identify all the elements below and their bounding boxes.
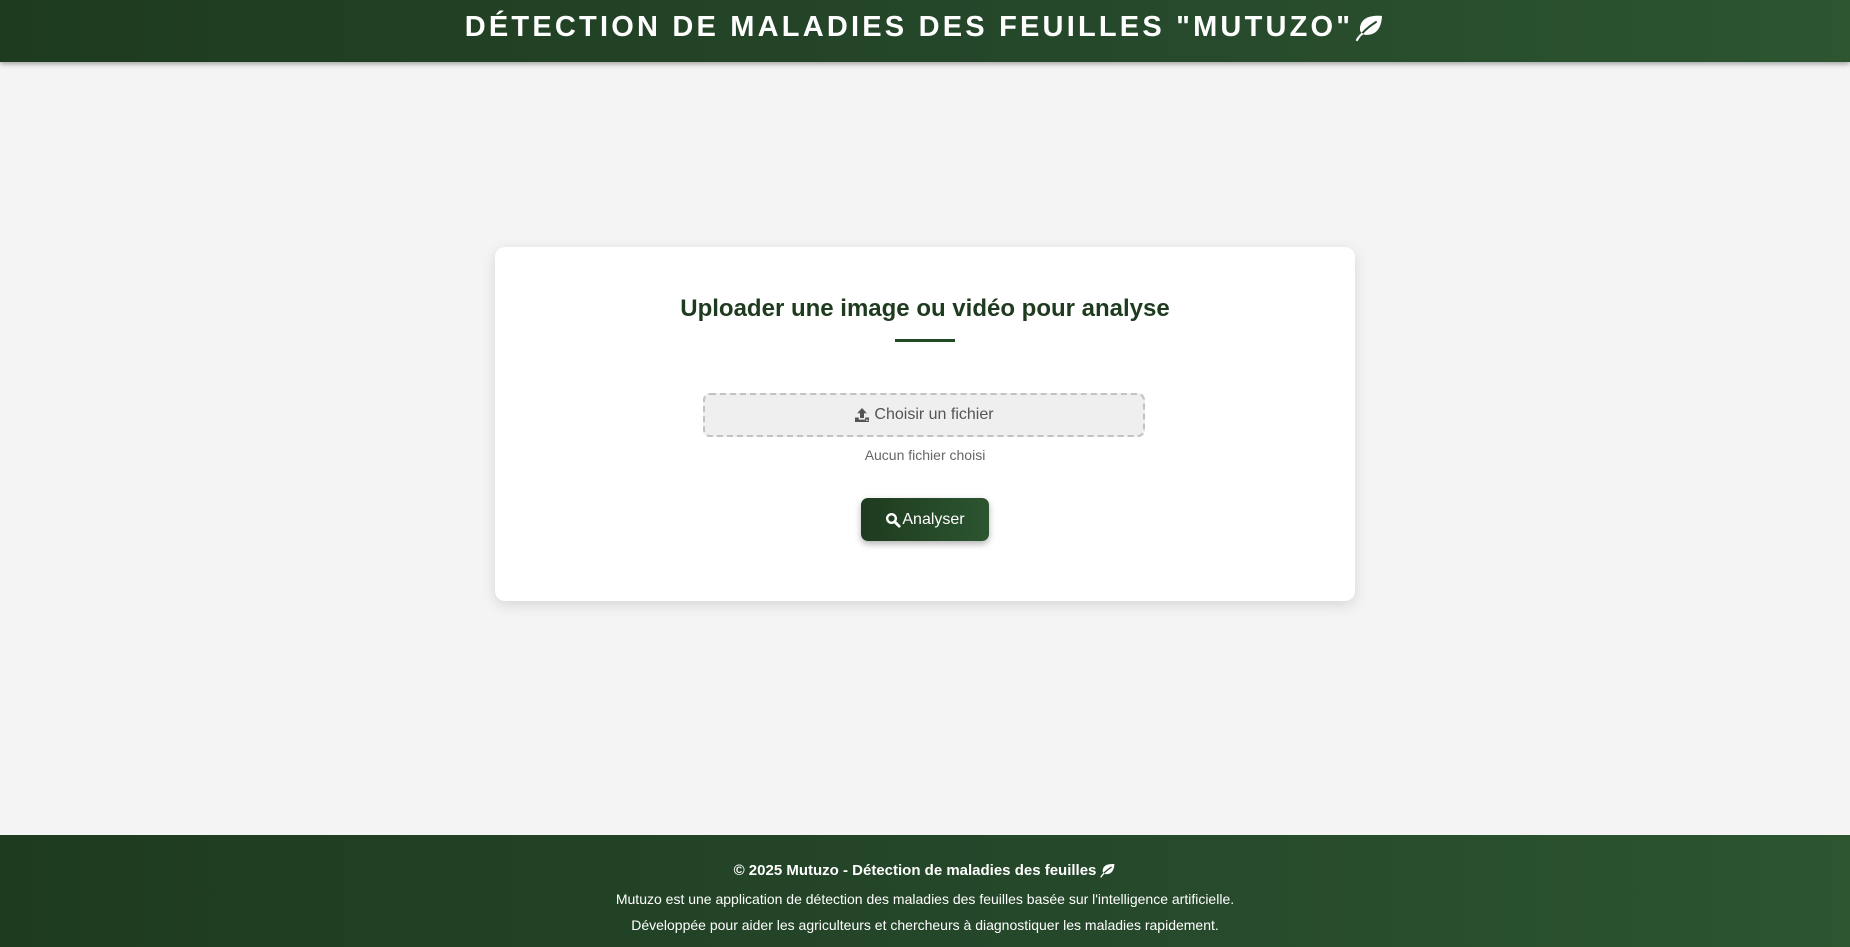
- footer-leaf-icon: [1100, 863, 1116, 878]
- choose-file-button[interactable]: Choisir un fichier: [703, 393, 1145, 437]
- app-title: DÉTECTION DE MALADIES DES FEUILLES "MUTU…: [464, 11, 1354, 43]
- choose-file-label: Choisir un fichier: [874, 406, 994, 423]
- app-footer: © 2025 Mutuzo - Détection de maladies de…: [0, 835, 1850, 947]
- upload-card-title: Uploader une image ou vidéo pour analyse: [680, 295, 1170, 322]
- main-content: Uploader une image ou vidéo pour analyse…: [0, 62, 1850, 835]
- footer-purpose: Développée pour aider les agriculteurs e…: [631, 917, 1219, 933]
- app-header: DÉTECTION DE MALADIES DES FEUILLES "MUTU…: [0, 0, 1850, 62]
- leaf-icon: [1355, 14, 1385, 42]
- analyze-button[interactable]: Analyser: [861, 498, 989, 541]
- file-status: Aucun fichier choisi: [864, 447, 986, 463]
- footer-description: Mutuzo est une application de détection …: [615, 891, 1235, 907]
- search-icon: [885, 512, 901, 528]
- upload-icon: [854, 407, 870, 423]
- title-underline: [895, 339, 955, 342]
- upload-card: Uploader une image ou vidéo pour analyse…: [495, 247, 1355, 601]
- app-title-wrapper: DÉTECTION DE MALADIES DES FEUILLES "MUTU…: [465, 11, 1386, 44]
- analyze-label: Analyser: [902, 510, 965, 528]
- footer-copyright: © 2025 Mutuzo - Détection de maladies de…: [733, 862, 1097, 879]
- footer-copyright-wrapper: © 2025 Mutuzo - Détection de maladies de…: [0, 862, 1850, 879]
